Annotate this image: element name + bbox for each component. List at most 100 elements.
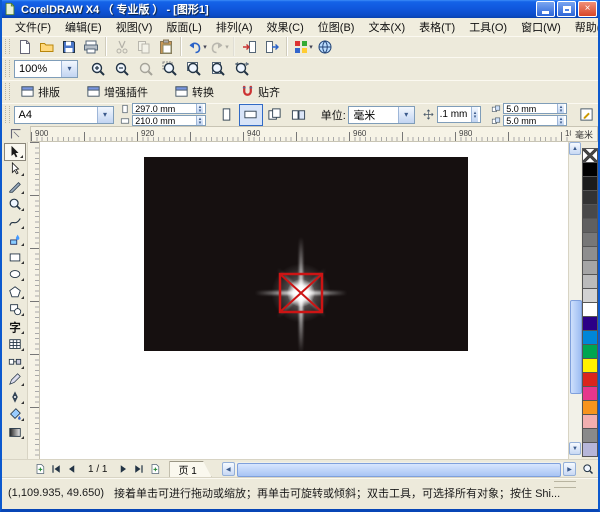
swatch-white[interactable]: [582, 302, 598, 317]
eyedropper-tool[interactable]: [4, 371, 26, 389]
add-page-button[interactable]: [147, 462, 163, 477]
vertical-scroll-thumb[interactable]: [570, 300, 582, 394]
page-width-field[interactable]: 297.0 mm▴▾: [132, 103, 206, 114]
table-tool[interactable]: [4, 336, 26, 354]
swatch-magenta[interactable]: [582, 386, 598, 401]
swatch-50-black[interactable]: [582, 232, 598, 247]
zoom-in-button[interactable]: [86, 59, 110, 78]
enhanced-plugins-button[interactable]: 增强插件: [80, 82, 168, 102]
chevron-down-icon[interactable]: ▾: [97, 107, 113, 123]
swatch-70-black[interactable]: [582, 204, 598, 219]
cut-button[interactable]: [111, 37, 133, 56]
rectangle-tool[interactable]: [4, 248, 26, 266]
menu-effects[interactable]: 效果(C): [260, 18, 311, 36]
swatch-40-black[interactable]: [582, 246, 598, 261]
menu-view[interactable]: 视图(V): [109, 18, 160, 36]
menu-help[interactable]: 帮助(H): [568, 18, 600, 36]
drawing-canvas[interactable]: [40, 142, 568, 459]
spinner-icon[interactable]: ▴▾: [196, 116, 204, 125]
menu-arrange[interactable]: 排列(A): [209, 18, 260, 36]
spinner-icon[interactable]: ▴▾: [557, 116, 565, 125]
outline-tool[interactable]: [4, 388, 26, 406]
nudge-offset-field[interactable]: .1 mm ▴▾: [437, 106, 482, 123]
zoom-all-button[interactable]: [182, 59, 206, 78]
vertical-scrollbar[interactable]: ▲ ▼: [568, 142, 581, 459]
vertical-ruler[interactable]: 100806040200: [28, 142, 40, 459]
convert-button[interactable]: 转换: [168, 82, 234, 102]
no-color-swatch[interactable]: [582, 148, 598, 163]
zoom-tool[interactable]: [4, 196, 26, 214]
redo-button[interactable]: [208, 37, 234, 56]
zoom-out-button[interactable]: [110, 59, 134, 78]
undo-button[interactable]: [186, 37, 208, 56]
swatch-90-black[interactable]: [582, 176, 598, 191]
fill-tool[interactable]: [4, 406, 26, 424]
close-button[interactable]: ×: [578, 1, 597, 17]
open-button[interactable]: [36, 37, 58, 56]
copy-button[interactable]: [133, 37, 155, 56]
horizontal-scroll-thumb[interactable]: [237, 463, 561, 477]
black-rectangle-object[interactable]: [144, 157, 468, 351]
menu-text[interactable]: 文本(X): [361, 18, 412, 36]
first-page-button[interactable]: [48, 462, 64, 477]
scroll-down-button[interactable]: ▼: [569, 442, 581, 455]
save-button[interactable]: [58, 37, 80, 56]
menu-table[interactable]: 表格(T): [412, 18, 462, 36]
interactive-blend-tool[interactable]: [4, 353, 26, 371]
scroll-left-button[interactable]: ◀: [222, 462, 235, 476]
swatch-lavender[interactable]: [582, 442, 598, 457]
zoom-page-button[interactable]: [206, 59, 230, 78]
spinner-icon[interactable]: ▴▾: [196, 104, 204, 113]
menu-bitmaps[interactable]: 位图(B): [311, 18, 362, 36]
swatch-20-black[interactable]: [582, 274, 598, 289]
menu-file[interactable]: 文件(F): [8, 18, 58, 36]
status-bar-grip[interactable]: [554, 481, 576, 488]
horizontal-ruler[interactable]: 900920940960980100010201040106010801100: [30, 126, 571, 142]
horizontal-scrollbar[interactable]: ◀ ▶: [222, 462, 576, 476]
swatch-green[interactable]: [582, 344, 598, 359]
facing-pages-button[interactable]: [287, 104, 311, 126]
landscape-button[interactable]: [239, 104, 263, 126]
duplicate-y-field[interactable]: 5.0 mm▴▾: [503, 115, 567, 126]
corel-online-button[interactable]: [314, 37, 336, 56]
paper-size-combo[interactable]: A4 ▾: [14, 106, 114, 124]
zoom-actual-button[interactable]: [134, 59, 158, 78]
pick-tool[interactable]: [4, 143, 26, 161]
new-button[interactable]: [14, 37, 36, 56]
swatch-10-black[interactable]: [582, 288, 598, 303]
shape-tool[interactable]: [4, 161, 26, 179]
import-button[interactable]: [239, 37, 261, 56]
menu-window[interactable]: 窗口(W): [514, 18, 568, 36]
chevron-down-icon[interactable]: ▾: [61, 61, 77, 77]
swatch-60-black[interactable]: [582, 218, 598, 233]
swatch-orange[interactable]: [582, 400, 598, 415]
selection-overlay[interactable]: [278, 272, 324, 314]
options-button[interactable]: [574, 104, 598, 126]
spinner-icon[interactable]: ▴▾: [557, 104, 565, 113]
minimize-button[interactable]: [536, 1, 555, 17]
spinner-icon[interactable]: ▴▾: [471, 107, 479, 122]
zoom-selected-button[interactable]: [158, 59, 182, 78]
paste-button[interactable]: [155, 37, 181, 56]
zoom-level-combo[interactable]: 100% ▾: [14, 60, 78, 78]
view-navigator-button[interactable]: [578, 462, 598, 477]
prev-page-button[interactable]: [64, 462, 80, 477]
swatch-pink[interactable]: [582, 414, 598, 429]
zoom-width-button[interactable]: [230, 59, 254, 78]
next-page-button[interactable]: [115, 462, 131, 477]
menu-edit[interactable]: 编辑(E): [58, 18, 109, 36]
swatch-30-black[interactable]: [582, 260, 598, 275]
interactive-fill-tool[interactable]: [4, 423, 26, 441]
print-button[interactable]: [80, 37, 106, 56]
add-page-front-button[interactable]: [32, 462, 48, 477]
basic-shapes-tool[interactable]: [4, 301, 26, 319]
maximize-button[interactable]: [557, 1, 576, 17]
swatch-red[interactable]: [582, 372, 598, 387]
smart-fill-tool[interactable]: [4, 231, 26, 249]
menu-layout[interactable]: 版面(L): [159, 18, 208, 36]
freehand-tool[interactable]: [4, 213, 26, 231]
swatch-blue[interactable]: [582, 330, 598, 345]
all-pages-button[interactable]: [263, 104, 287, 126]
swatch-gray[interactable]: [582, 428, 598, 443]
chevron-down-icon[interactable]: ▾: [398, 107, 414, 123]
